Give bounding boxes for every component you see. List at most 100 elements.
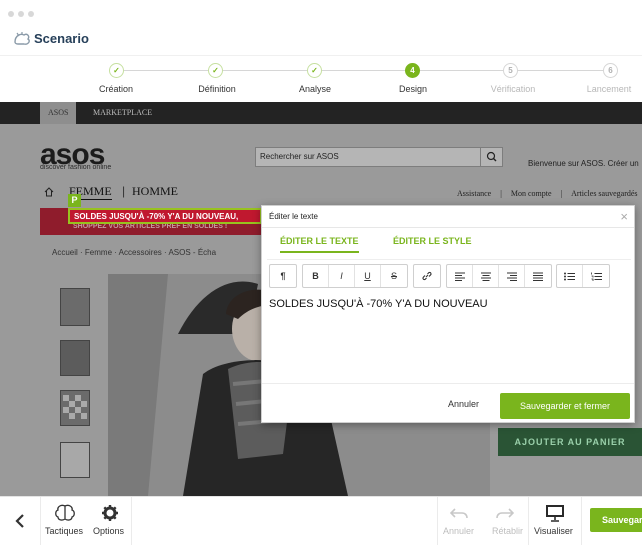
toolbar-divider — [131, 497, 132, 545]
align-left-button[interactable] — [447, 265, 473, 287]
paragraph-format-button[interactable]: ¶ — [270, 265, 296, 287]
site-link-assistance[interactable]: Assistance — [457, 189, 491, 198]
search-icon — [486, 151, 497, 162]
options-button[interactable]: Options — [89, 497, 131, 545]
product-thumbnail[interactable] — [60, 390, 90, 426]
selected-element-outline[interactable]: SOLDES JUSQU'À -70% Y'A DU NOUVEAU, — [68, 208, 262, 224]
step-check-icon: ✓ — [109, 63, 124, 78]
strikethrough-button[interactable]: S — [381, 265, 407, 287]
step-check-icon: ✓ — [208, 63, 223, 78]
preview-label: Visualiser — [534, 526, 573, 536]
step-label: Vérification — [490, 84, 536, 94]
link-icon — [422, 271, 432, 281]
redo-label: Rétablir — [492, 526, 524, 536]
step-label: Analyse — [298, 84, 332, 94]
bullet-list-icon — [564, 272, 575, 280]
site-link-account[interactable]: Mon compte — [511, 189, 552, 198]
underline-button[interactable]: U — [355, 265, 381, 287]
paragraph-group: ¶ — [269, 264, 297, 288]
window-dot-maximize[interactable] — [28, 11, 34, 17]
italic-icon: I — [340, 271, 343, 281]
modal-footer: Annuler Sauvegarder et fermer — [262, 383, 634, 423]
cancel-button[interactable]: Annuler — [448, 399, 479, 409]
preview-button[interactable]: Visualiser — [529, 497, 581, 545]
list-group — [556, 264, 610, 288]
asos-tagline: discover fashion online — [40, 164, 112, 171]
bold-button[interactable]: B — [303, 265, 329, 287]
close-icon[interactable]: × — [620, 209, 628, 224]
step-label: Définition — [198, 84, 236, 94]
scenario-logo-icon — [14, 32, 30, 45]
link-button[interactable] — [414, 265, 440, 287]
tab-edit-text[interactable]: ÉDITER LE TEXTE — [280, 236, 359, 253]
align-center-button[interactable] — [473, 265, 499, 287]
alignment-group — [446, 264, 552, 288]
selected-element-text: SOLDES JUSQU'À -70% Y'A DU NOUVEAU, — [74, 212, 239, 221]
options-label: Options — [93, 526, 125, 536]
steps-track — [116, 70, 612, 71]
link-group — [413, 264, 441, 288]
site-nav-homme[interactable]: HOMME — [132, 184, 178, 199]
site-nav-separator: | — [122, 184, 126, 198]
add-to-cart-button[interactable]: AJOUTER AU PANIER — [498, 428, 642, 456]
app-window: Scenario ✓ Création ✓ Définition ✓ Analy… — [0, 0, 642, 545]
underline-icon: U — [364, 271, 371, 281]
site-breadcrumb: Accueil · Femme · Accessoires · ASOS - É… — [52, 248, 217, 257]
step-number: 6 — [603, 63, 618, 78]
undo-label: Annuler — [443, 526, 475, 536]
tactics-label: Tactiques — [45, 526, 84, 536]
align-right-icon — [506, 272, 517, 281]
app-title: Scenario — [34, 31, 89, 46]
chevron-left-icon — [15, 514, 24, 528]
save-button[interactable]: Sauvegar — [590, 508, 642, 532]
product-thumbnail[interactable] — [60, 288, 90, 326]
site-welcome: Bienvenue sur ASOS. Créer un — [528, 159, 639, 168]
site-search-button[interactable] — [480, 148, 502, 166]
align-justify-button[interactable] — [525, 265, 551, 287]
bullet-list-button[interactable] — [557, 265, 583, 287]
window-chrome — [0, 0, 642, 22]
site-topbar: ASOS MARKETPLACE — [0, 102, 642, 124]
check-pattern-image — [63, 395, 87, 419]
numbered-list-button[interactable] — [583, 265, 609, 287]
step-number: 5 — [503, 63, 518, 78]
app-header: Scenario — [0, 22, 642, 56]
paragraph-icon: ¶ — [280, 271, 286, 281]
toolbar-divider — [581, 497, 582, 545]
redo-button[interactable]: Rétablir — [482, 497, 528, 545]
text-content-editor[interactable]: SOLDES JUSQU'À -70% Y'A DU NOUVEAU — [269, 298, 488, 310]
save-and-close-button[interactable]: Sauvegarder et fermer — [500, 393, 630, 419]
product-thumbnail[interactable] — [60, 442, 90, 478]
undo-button[interactable]: Annuler — [438, 497, 482, 545]
home-icon[interactable] — [44, 187, 54, 197]
site-link-saved[interactable]: Articles sauvegardés — [571, 189, 637, 198]
numbered-list-icon — [590, 272, 602, 281]
modal-header: Éditer le texte × — [262, 206, 634, 228]
undo-icon — [450, 508, 468, 519]
step-label: Design — [398, 84, 427, 94]
strikethrough-icon: S — [390, 271, 397, 281]
text-style-group: B I U S — [302, 264, 408, 288]
tactics-button[interactable]: Tactiques — [41, 497, 89, 545]
site-promo-subtext: SHOPPEZ VOS ARTICLES PRÉF EN SOLDES ! — [73, 223, 228, 230]
site-link-separator: | — [560, 189, 563, 198]
align-right-button[interactable] — [499, 265, 525, 287]
step-label: Lancement — [586, 84, 632, 94]
window-dot-minimize[interactable] — [18, 11, 24, 17]
site-tab-asos[interactable]: ASOS — [40, 102, 77, 124]
site-utility-links: Assistance | Mon compte | Articles sauvegard… — [457, 189, 642, 198]
window-dot-close[interactable] — [8, 11, 14, 17]
site-search-value: Rechercher sur ASOS — [260, 152, 339, 161]
step-number: 4 — [405, 63, 420, 78]
bottom-toolbar: Tactiques Options Annuler Rétablir Visua… — [0, 496, 642, 545]
site-search-input[interactable]: Rechercher sur ASOS — [255, 147, 503, 167]
site-tab-marketplace[interactable]: MARKETPLACE — [93, 102, 152, 124]
step-check-icon: ✓ — [307, 63, 322, 78]
back-button[interactable] — [0, 497, 40, 545]
italic-button[interactable]: I — [329, 265, 355, 287]
site-link-separator: | — [500, 189, 502, 198]
tab-edit-style[interactable]: ÉDITER LE STYLE — [393, 236, 472, 251]
redo-icon — [496, 508, 514, 519]
selection-badge[interactable]: P — [68, 194, 81, 207]
product-thumbnail[interactable] — [60, 340, 90, 376]
